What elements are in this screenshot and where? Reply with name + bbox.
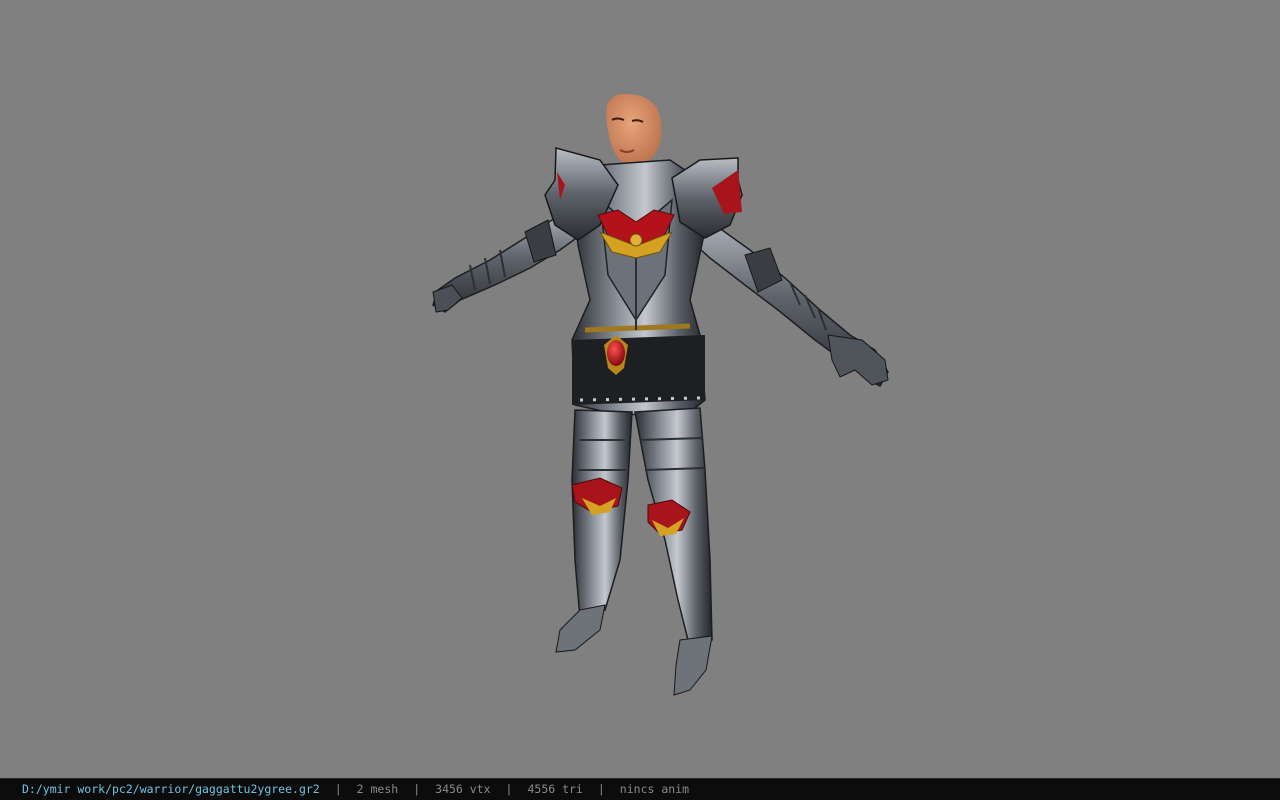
status-separator: |	[505, 782, 513, 796]
status-separator: |	[413, 782, 421, 796]
mesh-count-label: 2 mesh	[356, 782, 399, 796]
right-arm	[689, 208, 889, 387]
status-bar: D:/ymir work/pc2/warrior/gaggattu2ygree.…	[0, 778, 1280, 800]
status-separator: |	[597, 782, 605, 796]
vertex-count-label: 3456 vtx	[435, 782, 491, 796]
triangle-count-label: 4556 tri	[527, 782, 583, 796]
file-path-label: D:/ymir work/pc2/warrior/gaggattu2ygree.…	[22, 782, 320, 796]
animation-status-label: nincs anim	[619, 782, 690, 796]
legs	[555, 407, 713, 696]
character-model	[432, 93, 889, 696]
3d-viewport[interactable]	[0, 0, 1280, 778]
status-separator: |	[334, 782, 342, 796]
